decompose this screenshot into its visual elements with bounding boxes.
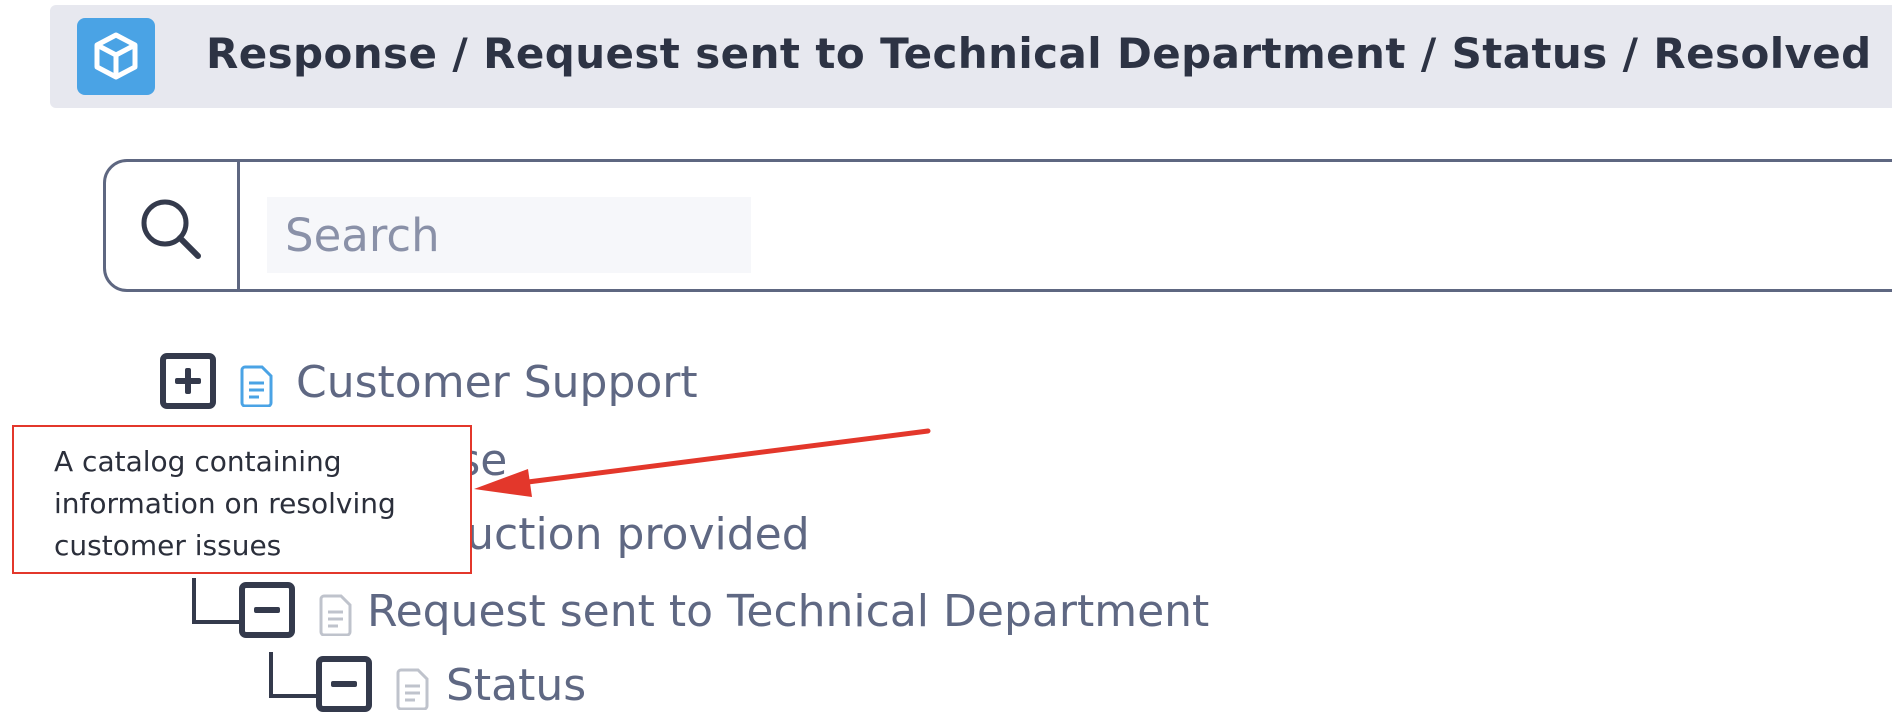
annotation-callout: A catalog containing information on reso… [12, 425, 472, 574]
tree-node-label: Status [446, 660, 587, 711]
tree-node-label: Request sent to Technical Department [367, 586, 1210, 637]
document-icon [240, 365, 273, 407]
annotation-text: A catalog containing information on reso… [54, 445, 396, 562]
header-bar: Response / Request sent to Technical Dep… [50, 5, 1892, 108]
search-button[interactable] [106, 162, 240, 289]
search-icon [141, 199, 201, 259]
collapse-toggle[interactable] [239, 582, 295, 638]
search-input[interactable] [267, 197, 751, 273]
breadcrumb: Response / Request sent to Technical Dep… [206, 29, 1872, 78]
cube-icon[interactable] [77, 18, 155, 95]
tree-node-request-sent[interactable]: Request sent to Technical Department [239, 582, 1239, 652]
document-icon [319, 594, 352, 636]
tree-node-status[interactable]: Status [316, 656, 916, 726]
tree-connector [269, 652, 317, 698]
collapse-toggle[interactable] [316, 656, 372, 712]
document-icon [396, 668, 429, 710]
expand-toggle[interactable] [160, 353, 216, 409]
tree-node-label: Customer Support [296, 357, 698, 408]
search-box [103, 159, 1892, 292]
tree-node-customer-support[interactable]: Customer Support [160, 353, 760, 423]
tree-connector [192, 578, 240, 624]
